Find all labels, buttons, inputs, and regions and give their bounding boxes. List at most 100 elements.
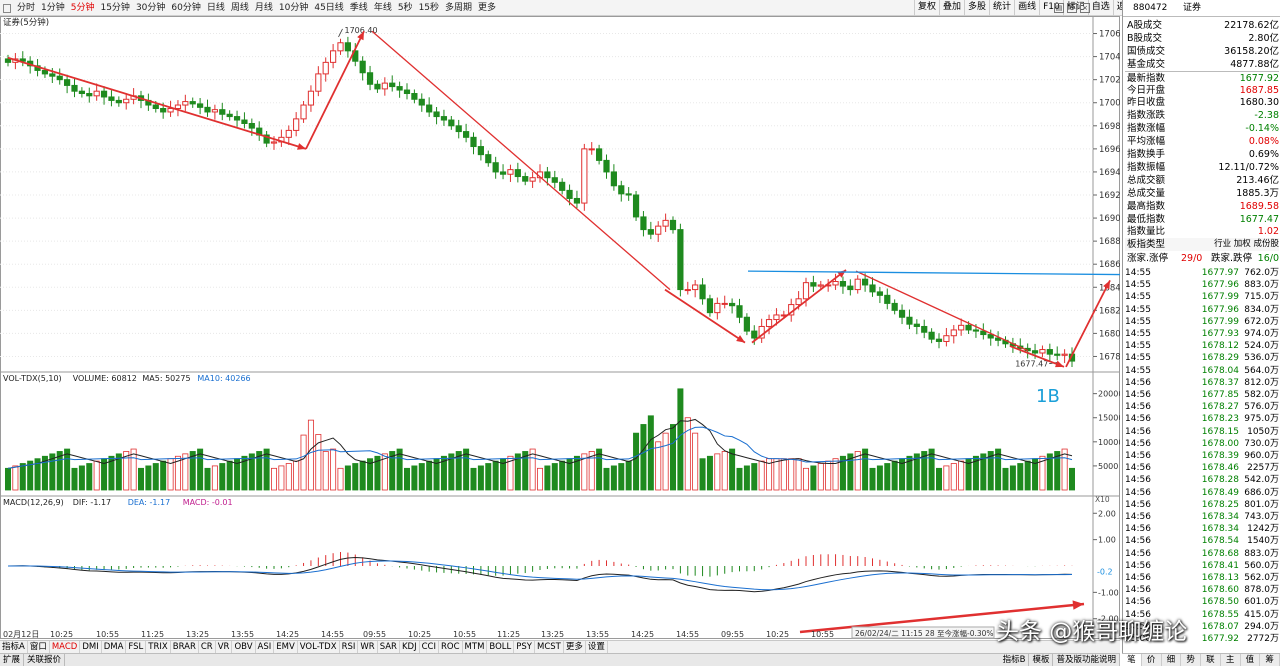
indicator-tab[interactable]: 更多 (564, 641, 586, 653)
tick-time: 14:55 (1125, 341, 1151, 352)
volume-bar (1002, 467, 1009, 491)
volume-bar (137, 467, 144, 491)
sidebar-tab[interactable]: 值 (1241, 654, 1261, 666)
quote-value: 2.80亿 (1248, 32, 1279, 44)
price-tick-label: 1700 (1099, 99, 1120, 109)
indicator-tab[interactable]: FSL (126, 641, 147, 653)
period-tab[interactable]: 15分钟 (97, 0, 132, 16)
settings-icon[interactable]: ⚙ (1067, 3, 1077, 13)
trend-arrow[interactable] (7, 56, 307, 150)
trend-line[interactable] (371, 30, 671, 291)
candle-body (898, 309, 906, 318)
close-icon[interactable]: × (1080, 3, 1090, 13)
tick-time: 14:55 (1125, 268, 1151, 278)
period-tab[interactable]: 多周期 (442, 0, 475, 16)
period-tab[interactable]: 年线 (371, 0, 395, 16)
period-tab[interactable]: 5秒 (395, 0, 416, 16)
sidebar-tab[interactable]: 笔 (1122, 654, 1142, 666)
sidebar-tab[interactable]: 联 (1201, 654, 1221, 666)
indicator-tab[interactable]: OBV (232, 641, 256, 653)
tick-volume: 524.0万 (1244, 341, 1279, 352)
board-type-value[interactable]: 行业 加权 成份股 (1214, 238, 1279, 251)
expand-button[interactable]: 扩展 (0, 654, 25, 666)
indicator-tab[interactable]: 设置 (586, 641, 608, 653)
indicator-tab[interactable]: KDJ (400, 641, 420, 653)
indicator-tab[interactable]: CR (199, 641, 216, 653)
period-tab[interactable]: 60分钟 (168, 0, 203, 16)
tick-volume: 562.0万 (1244, 573, 1279, 583)
period-tab[interactable]: 45日线 (311, 0, 346, 16)
chart-menu-icon[interactable] (3, 3, 11, 13)
toolbar-button[interactable]: 复权 (914, 0, 939, 16)
candle-body (233, 116, 241, 121)
candle-body (573, 197, 581, 204)
indicator-tab[interactable]: RSI (340, 641, 359, 653)
sidebar-tab[interactable]: 细 (1162, 654, 1182, 666)
period-tab[interactable]: 月线 (252, 0, 276, 16)
volume-bar (670, 424, 677, 491)
toolbar-button[interactable]: 统计 (989, 0, 1014, 16)
tick-price: 1678.46 (1201, 463, 1239, 474)
period-tab[interactable]: 15秒 (416, 0, 442, 16)
toolbar-button[interactable]: 自选 (1087, 0, 1113, 16)
indicator-tab[interactable]: VR (216, 641, 233, 653)
candle-body (625, 193, 632, 196)
indicator-tab[interactable]: ASI (256, 641, 275, 653)
candle-body (426, 104, 433, 113)
indicator-tab[interactable]: BOLL (487, 641, 515, 653)
tick-volume: 883.0万 (1244, 280, 1279, 291)
related-quote-button[interactable]: 关联报价 (24, 654, 66, 666)
candle-body (736, 305, 743, 318)
help-button[interactable]: 普及版功能说明 (1053, 654, 1120, 666)
period-tab[interactable]: 5分钟 (68, 0, 98, 16)
period-tab[interactable]: 周线 (228, 0, 252, 16)
indicator-tab[interactable]: VOL-TDX (298, 641, 340, 653)
indicator-tab[interactable]: TRIX (146, 641, 171, 653)
period-tab[interactable]: 更多 (475, 0, 499, 16)
candle-body (248, 122, 255, 129)
sidebar-tab[interactable]: 价 (1142, 654, 1162, 666)
toolbar-button[interactable]: 画线 (1014, 0, 1039, 16)
indicator-tab[interactable]: MTM (463, 641, 488, 653)
candle-body (943, 335, 950, 342)
tick-price: 1678.60 (1201, 585, 1239, 596)
tick-volume: 730.0万 (1244, 438, 1279, 449)
indicator-tab[interactable]: PSY (514, 641, 535, 653)
indicator-tab[interactable]: 指标A (0, 641, 28, 653)
chart-type-icon[interactable]: ▤ (1054, 3, 1064, 13)
period-tab[interactable]: 1分钟 (38, 0, 68, 16)
tick-row: 14:55 1678.04 564.0万 (1125, 365, 1279, 377)
toolbar-button[interactable]: 叠加 (939, 0, 964, 16)
template-button[interactable]: 模板 (1029, 654, 1054, 666)
indicator-tab[interactable]: SAR (378, 641, 400, 653)
sidebar-tab[interactable]: 势 (1181, 654, 1201, 666)
period-tab[interactable]: 季线 (347, 0, 371, 16)
indicator-tab[interactable]: EMV (274, 641, 298, 653)
period-tab[interactable]: 10分钟 (276, 0, 311, 16)
indicator-tab[interactable]: DMA (102, 641, 127, 653)
volume-bar (544, 465, 551, 491)
indicator-tab[interactable]: 窗口 (28, 641, 50, 653)
indicator-tab[interactable]: DMI (80, 641, 102, 653)
toolbar-button[interactable]: 多股 (964, 0, 989, 16)
indicator-tab[interactable]: WR (358, 641, 378, 653)
sidebar-tabs: 笔价细势联主值筹 (1122, 653, 1280, 666)
period-tab[interactable]: 30分钟 (133, 0, 168, 16)
indicator-tab[interactable]: CCI (420, 641, 439, 653)
tick-price: 1678.15 (1201, 426, 1239, 437)
trend-arrow[interactable] (751, 269, 847, 344)
period-tab[interactable]: 日线 (204, 0, 228, 16)
macd-dea: DEA: -1.17 (128, 498, 170, 507)
sidebar-tab[interactable]: 主 (1221, 654, 1241, 666)
indicator-tab[interactable]: MACD (50, 641, 81, 653)
indicator-tab[interactable]: ROC (439, 641, 463, 653)
kline-chart-area[interactable]: 1706 1704 1702 1700 1698 1696 1694 1692 1690 1688… (0, 16, 1120, 639)
resistance-line[interactable] (747, 270, 1120, 276)
trend-arrow[interactable] (305, 30, 365, 150)
period-tab[interactable]: 分时 (14, 0, 38, 16)
indicator-b-button[interactable]: 指标B (1000, 654, 1030, 666)
volume-bar (322, 451, 329, 491)
indicator-tab[interactable]: MCST (535, 641, 564, 653)
indicator-tab[interactable]: BRAR (171, 641, 199, 653)
sidebar-tab[interactable]: 筹 (1260, 654, 1280, 666)
